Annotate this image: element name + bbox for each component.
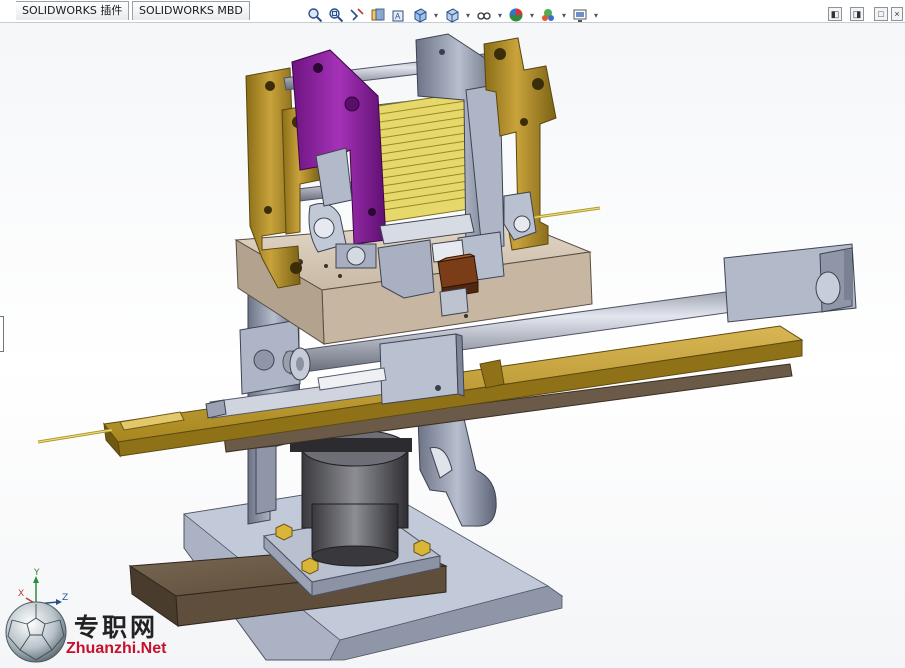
- watermark: 专职网 Zhuanzhi.Net: [8, 602, 188, 664]
- rod-nut: [289, 347, 311, 381]
- triad-x-label: X: [18, 589, 24, 599]
- right-support-frame: [417, 409, 497, 527]
- coordinate-triad: Y X Z: [18, 568, 68, 605]
- wire-workpiece-left: [37, 428, 113, 444]
- watermark-site-text: Zhuanzhi.Net: [66, 640, 167, 657]
- triad-y-label: Y: [33, 568, 40, 578]
- watermark-chinese-text: 专职网: [74, 613, 159, 642]
- slide-carriage: [379, 333, 465, 405]
- 3d-model-viewport[interactable]: Y X Z: [0, 0, 905, 668]
- wire-bundle-spring: [377, 91, 477, 223]
- rod-end-bracket-right: [723, 243, 857, 323]
